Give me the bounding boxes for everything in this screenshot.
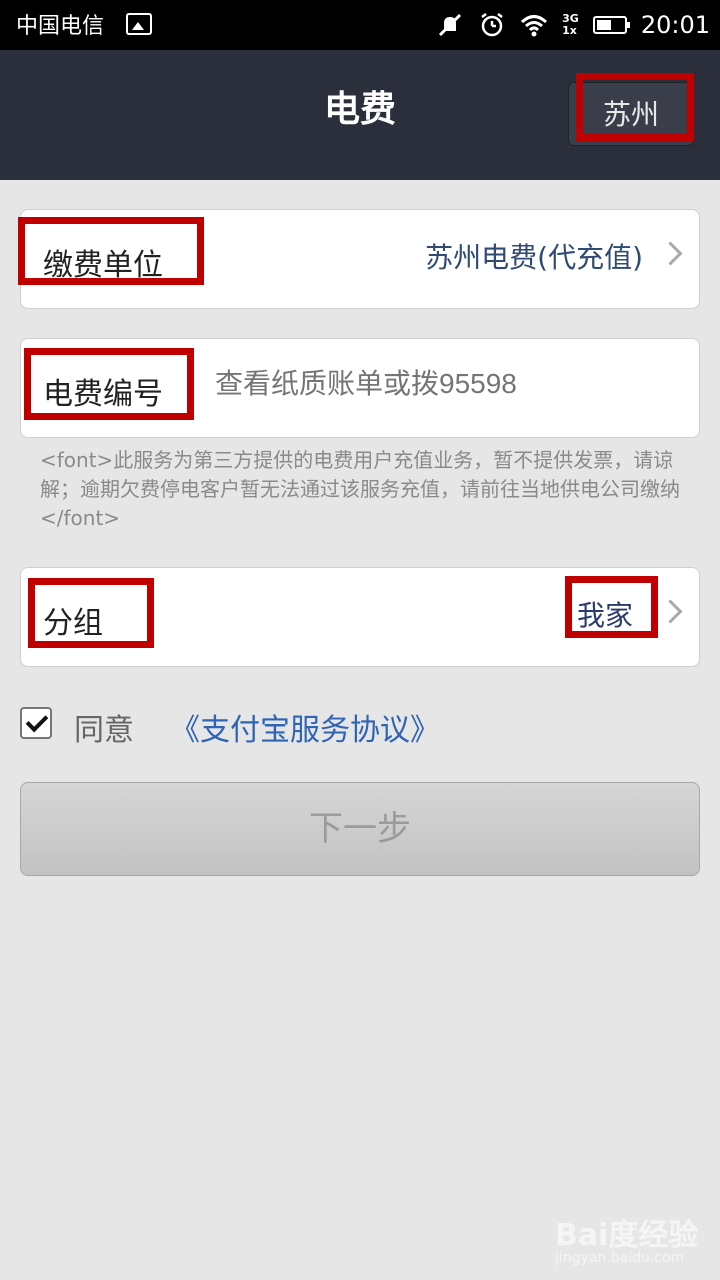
service-agreement-link[interactable]: 《支付宝服务协议》	[170, 705, 440, 749]
status-bar: 中国电信 3G 1x 20:01	[0, 0, 720, 50]
next-step-button[interactable]: 下一步	[20, 782, 700, 876]
service-notice: <font>此服务为第三方提供的电费用户充值业务，暂不提供发票，请谅解；逾期欠费…	[40, 448, 680, 530]
wifi-icon	[521, 15, 548, 37]
alarm-icon	[481, 13, 503, 37]
agreement-checkbox[interactable]	[20, 707, 52, 739]
status-icons: 3G 1x 20:01	[436, 0, 710, 50]
carrier-name: 中国电信	[16, 14, 105, 39]
payment-unit-value: 苏州电费(代充值)	[425, 241, 643, 274]
baidu-jingyan-watermark: Bai度经验 jingyan.baidu.com	[555, 1210, 705, 1270]
network-type-bottom: 1x	[562, 24, 577, 37]
mute-icon	[439, 13, 462, 37]
image-notification-icon	[126, 13, 152, 35]
watermark-logo-text: Bai度经验	[555, 1218, 699, 1253]
highlight-box-city	[576, 73, 694, 141]
clock: 20:01	[640, 11, 710, 39]
agreement-prefix: 同意	[74, 713, 134, 748]
highlight-box-payment-unit	[18, 217, 204, 285]
highlight-box-account-number	[24, 348, 194, 420]
navigation-bar: 电费 苏州	[0, 50, 720, 180]
watermark-url: jingyan.baidu.com	[555, 1250, 685, 1266]
chevron-right-icon	[658, 241, 683, 266]
highlight-box-group-value	[565, 576, 658, 638]
battery-icon	[592, 16, 630, 34]
next-step-label: 下一步	[309, 809, 411, 849]
chevron-right-icon	[658, 599, 683, 624]
network-signal-icon: 3G 1x	[562, 13, 579, 37]
highlight-box-group	[28, 578, 154, 648]
account-number-input[interactable]	[213, 367, 687, 401]
